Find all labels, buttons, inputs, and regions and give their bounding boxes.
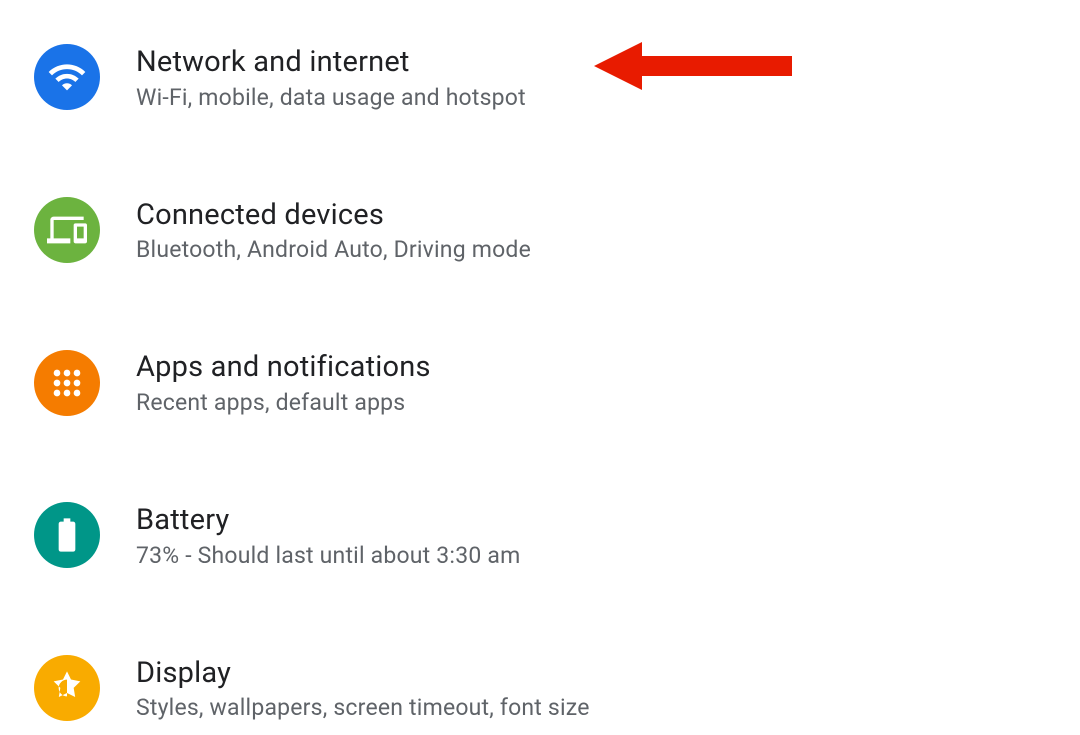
item-title: Network and internet xyxy=(136,44,526,82)
item-text: Display Styles, wallpapers, screen timeo… xyxy=(136,655,590,722)
display-icon xyxy=(34,655,100,721)
item-title: Display xyxy=(136,655,590,693)
settings-list: Network and internet Wi-Fi, mobile, data… xyxy=(0,0,1080,735)
battery-icon xyxy=(34,502,100,568)
wifi-icon xyxy=(34,44,100,110)
settings-item-display[interactable]: Display Styles, wallpapers, screen timeo… xyxy=(34,641,1080,735)
item-title: Apps and notifications xyxy=(136,349,431,387)
item-title: Connected devices xyxy=(136,197,531,235)
item-subtitle: Wi-Fi, mobile, data usage and hotspot xyxy=(136,84,526,111)
devices-icon xyxy=(34,197,100,263)
item-subtitle: Styles, wallpapers, screen timeout, font… xyxy=(136,694,590,721)
settings-item-connected-devices[interactable]: Connected devices Bluetooth, Android Aut… xyxy=(34,183,1080,278)
item-text: Battery 73% - Should last until about 3:… xyxy=(136,502,520,569)
item-text: Apps and notifications Recent apps, defa… xyxy=(136,349,431,416)
item-subtitle: Recent apps, default apps xyxy=(136,389,431,416)
item-text: Network and internet Wi-Fi, mobile, data… xyxy=(136,44,526,111)
settings-item-battery[interactable]: Battery 73% - Should last until about 3:… xyxy=(34,488,1080,583)
item-subtitle: Bluetooth, Android Auto, Driving mode xyxy=(136,236,531,263)
item-subtitle: 73% - Should last until about 3:30 am xyxy=(136,542,520,569)
apps-icon xyxy=(34,350,100,416)
item-text: Connected devices Bluetooth, Android Aut… xyxy=(136,197,531,264)
item-title: Battery xyxy=(136,502,520,540)
settings-item-network[interactable]: Network and internet Wi-Fi, mobile, data… xyxy=(34,30,1080,125)
settings-item-apps[interactable]: Apps and notifications Recent apps, defa… xyxy=(34,335,1080,430)
